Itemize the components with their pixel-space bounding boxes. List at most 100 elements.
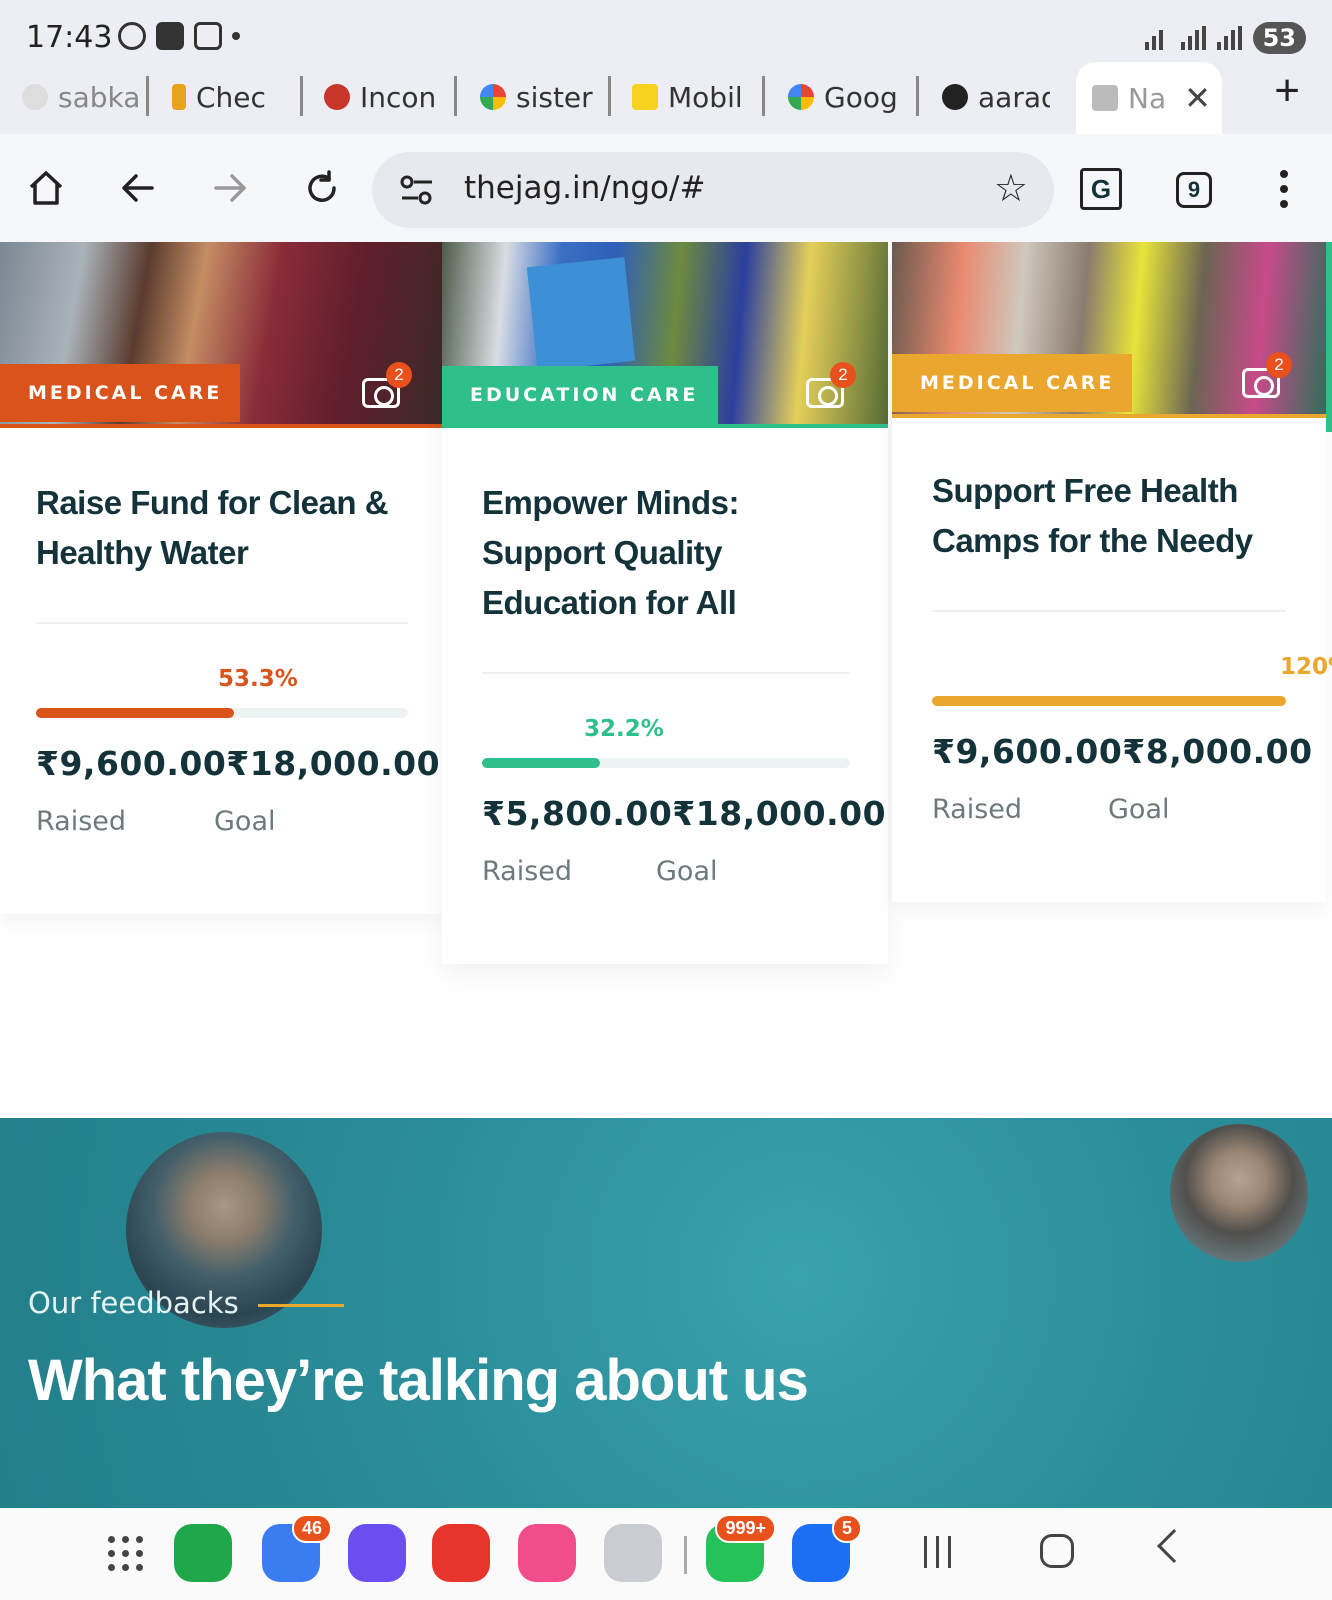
forward-button[interactable] (206, 164, 254, 212)
section-title: What they’re talking about us (28, 1348, 809, 1413)
site-logo-icon (1092, 85, 1118, 111)
whatsapp-notification-icon (118, 22, 146, 50)
progress-percent: 53.3% (218, 666, 298, 692)
screenshot-notification-icon (194, 22, 222, 50)
translate-icon[interactable]: G (1080, 168, 1122, 210)
reload-button[interactable] (298, 164, 346, 212)
tab-label: Incon (360, 80, 437, 114)
calls-app-icon[interactable]: 5 (792, 1514, 862, 1582)
progress-fill (932, 696, 1286, 706)
tab-sabka[interactable]: sabka (22, 72, 142, 122)
wifi-icon (1144, 26, 1171, 50)
tab-sister[interactable]: sister (480, 72, 598, 122)
android-navigation-bar: 46 999+ 5 (0, 1508, 1332, 1600)
card-divider (36, 622, 408, 624)
tab-divider (608, 76, 611, 116)
incometax-icon (324, 84, 350, 110)
internet-app-icon[interactable] (348, 1524, 406, 1582)
campaign-amounts: ₹9,600.00₹18,000.00 (36, 744, 441, 783)
campaign-image[interactable]: EDUCATION CARE 2 (442, 242, 888, 428)
raised-label: Raised (36, 806, 127, 837)
more-menu-icon[interactable] (1280, 170, 1290, 208)
url-text[interactable]: thejag.in/ngo/# (464, 170, 705, 206)
progress-track (36, 708, 408, 718)
progress-track (932, 696, 1286, 706)
category-badge[interactable]: MEDICAL CARE (0, 364, 240, 422)
tab-divider (454, 76, 457, 116)
campaign-title[interactable]: Support Free Health Camps for the Needy (932, 466, 1302, 566)
category-badge[interactable]: MEDICAL CARE (892, 354, 1132, 412)
goal-label: Goal (1108, 794, 1170, 825)
tab-google[interactable]: Goog (788, 72, 898, 122)
gallery-app-icon[interactable] (518, 1524, 576, 1582)
feedback-section: Our feedbacks What they’re talking about… (0, 1118, 1332, 1508)
back-button[interactable] (114, 164, 162, 212)
emblem-icon (172, 84, 186, 110)
tab-active-ngo[interactable]: Na ✕ (1076, 62, 1222, 134)
status-system-icons: 53 (1144, 22, 1306, 54)
tab-mobile[interactable]: Mobil (632, 72, 750, 122)
app-drawer-icon[interactable] (108, 1536, 144, 1572)
more-notifications-dot-icon (232, 32, 240, 40)
camera-app-icon[interactable] (604, 1524, 662, 1582)
campaign-card[interactable]: MEDICAL CARE 2 Support Free Health Camps… (892, 242, 1332, 902)
campaign-amounts: ₹9,600.00₹8,000.00 (932, 732, 1313, 771)
tab-divider (300, 76, 303, 116)
page-content: MEDICAL CARE 2 Raise Fund for Clean & He… (0, 242, 1332, 1508)
campaign-card[interactable]: EDUCATION CARE 2 Empower Minds: Support … (442, 242, 888, 964)
google-faded-icon (22, 84, 48, 110)
badge-label: MEDICAL CARE (28, 382, 223, 404)
home-nav-button[interactable] (1040, 1534, 1074, 1568)
campaign-card[interactable]: MEDICAL CARE 2 Raise Fund for Clean & He… (0, 242, 442, 914)
campaign-image[interactable]: MEDICAL CARE 2 (0, 242, 442, 428)
progress-fill (36, 708, 235, 718)
browser-tab-strip: sabka Chec Incon sister Mobil Goog aarad… (0, 60, 1332, 134)
whatsapp-app-icon[interactable]: 999+ (706, 1514, 776, 1582)
badge-label: EDUCATION CARE (470, 384, 699, 406)
tab-label: Goog (824, 80, 898, 114)
signal-2-icon (1216, 26, 1243, 50)
unread-badge: 999+ (715, 1514, 776, 1543)
home-button[interactable] (22, 164, 70, 212)
close-tab-icon[interactable]: ✕ (1184, 79, 1211, 117)
address-bar[interactable]: thejag.in/ngo/# ☆ (372, 152, 1054, 228)
bookmark-star-icon[interactable]: ☆ (994, 166, 1028, 211)
messages-app-icon[interactable]: 46 (262, 1514, 332, 1582)
new-tab-button[interactable]: + (1274, 66, 1300, 116)
tab-label: Mobil (668, 80, 743, 114)
goal-label: Goal (214, 806, 276, 837)
recents-button[interactable] (924, 1536, 951, 1568)
campaign-title[interactable]: Empower Minds: Support Quality Education… (482, 478, 852, 628)
goal-label: Goal (656, 856, 718, 887)
card-divider (932, 610, 1286, 612)
tab-check[interactable]: Chec (172, 72, 290, 122)
reviewer-avatar[interactable] (1170, 1124, 1308, 1262)
section-subtitle: Our feedbacks (28, 1286, 239, 1320)
tab-aarad[interactable]: aarad (942, 72, 1050, 122)
browser-toolbar: thejag.in/ngo/# ☆ (0, 134, 1332, 242)
tab-switcher-button[interactable]: 9 (1176, 172, 1212, 208)
tab-income[interactable]: Incon (324, 72, 444, 122)
phone-app-icon[interactable] (174, 1524, 232, 1582)
raised-label: Raised (482, 856, 573, 887)
category-badge[interactable]: EDUCATION CARE (442, 366, 718, 424)
battery-indicator: 53 (1252, 22, 1306, 54)
back-nav-button[interactable] (1157, 1529, 1191, 1563)
card-divider (482, 672, 850, 674)
flipkart-icon (632, 84, 658, 110)
raised-label: Raised (932, 794, 1023, 825)
campaign-image[interactable]: MEDICAL CARE 2 (892, 242, 1326, 418)
site-settings-icon (400, 175, 432, 205)
google-icon (788, 84, 814, 110)
unread-badge: 46 (291, 1514, 332, 1543)
unread-badge: 5 (831, 1514, 862, 1543)
status-notification-icons (118, 22, 240, 50)
photo-count: 2 (1266, 352, 1292, 378)
notes-app-icon[interactable] (432, 1524, 490, 1582)
campaign-title[interactable]: Raise Fund for Clean & Healthy Water (36, 478, 416, 578)
youtube-notification-icon (156, 22, 184, 50)
back-arrow-icon (122, 174, 154, 202)
progress-fill (482, 758, 601, 768)
next-card-edge (1326, 242, 1332, 432)
dock-divider (684, 1536, 687, 1574)
